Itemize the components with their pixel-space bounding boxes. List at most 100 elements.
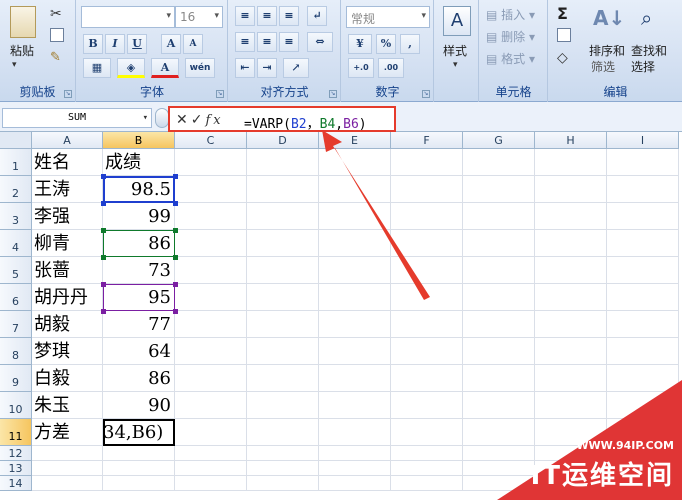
cell-F6[interactable]	[391, 284, 463, 311]
cell-D11[interactable]	[247, 419, 319, 446]
column-header-F[interactable]: F	[391, 132, 463, 149]
merge-center-icon[interactable]: ⇔	[307, 32, 333, 52]
cell-I6[interactable]	[607, 284, 679, 311]
column-header-G[interactable]: G	[463, 132, 535, 149]
cut-icon[interactable]: ✂	[50, 6, 62, 22]
font-launcher-icon[interactable]: ↘	[216, 90, 224, 98]
cell-B12[interactable]	[103, 446, 175, 461]
font-size-box[interactable]: 16 ▾	[175, 6, 223, 28]
cell-A3[interactable]: 李强	[32, 203, 103, 230]
cell-C11[interactable]	[175, 419, 247, 446]
chevron-down-icon[interactable]: ▾	[143, 109, 148, 127]
cell-E8[interactable]	[319, 338, 391, 365]
cell-D12[interactable]	[247, 446, 319, 461]
formula-bar-splitter[interactable]	[155, 108, 169, 128]
paste-button[interactable]: 粘贴	[10, 42, 34, 59]
row-header-8[interactable]: 8	[0, 338, 32, 365]
cell-H5[interactable]	[535, 257, 607, 284]
cell-E12[interactable]	[319, 446, 391, 461]
ref-box-b6-handle[interactable]	[173, 282, 178, 287]
cell-C10[interactable]	[175, 392, 247, 419]
cell-D8[interactable]	[247, 338, 319, 365]
styles-button[interactable]: 样式	[443, 42, 467, 59]
cell-A7[interactable]: 胡毅	[32, 311, 103, 338]
cell-B1[interactable]: 成绩	[103, 149, 175, 176]
ref-box-b6-handle[interactable]	[101, 282, 106, 287]
cell-H7[interactable]	[535, 311, 607, 338]
sort-label-1[interactable]: 排序和	[589, 42, 625, 59]
copy-icon[interactable]	[50, 28, 64, 42]
formula-input-area[interactable]: ✕✓fx =VARP(B2，B4,B6)	[168, 106, 396, 132]
cell-H3[interactable]	[535, 203, 607, 230]
cell-I1[interactable]	[607, 149, 679, 176]
binoculars-icon[interactable]: ⌕	[641, 6, 652, 30]
cell-D10[interactable]	[247, 392, 319, 419]
column-header-B[interactable]: B	[103, 132, 175, 149]
row-header-6[interactable]: 6	[0, 284, 32, 311]
cell-H6[interactable]	[535, 284, 607, 311]
cell-A4[interactable]: 柳青	[32, 230, 103, 257]
cell-E6[interactable]	[319, 284, 391, 311]
cell-D13[interactable]	[247, 461, 319, 476]
increase-indent-icon[interactable]: ⇥	[257, 58, 277, 78]
row-header-5[interactable]: 5	[0, 257, 32, 284]
cell-C1[interactable]	[175, 149, 247, 176]
align-bottom-icon[interactable]: ≡	[279, 6, 299, 26]
row-header-3[interactable]: 3	[0, 203, 32, 230]
cell-E3[interactable]	[319, 203, 391, 230]
cell-G4[interactable]	[463, 230, 535, 257]
ref-box-b2-handle[interactable]	[173, 174, 178, 179]
cell-D9[interactable]	[247, 365, 319, 392]
cell-A12[interactable]	[32, 446, 103, 461]
name-box[interactable]: SUM ▾	[2, 108, 152, 128]
cell-A11[interactable]: 方差	[32, 419, 103, 446]
row-header-9[interactable]: 9	[0, 365, 32, 392]
cell-E14[interactable]	[319, 476, 391, 491]
clear-icon[interactable]: ◇	[557, 50, 568, 66]
ref-box-b6-handle[interactable]	[173, 309, 178, 314]
row-header-4[interactable]: 4	[0, 230, 32, 257]
cell-B2[interactable]: 98.5	[103, 176, 175, 203]
cell-F5[interactable]	[391, 257, 463, 284]
cell-D5[interactable]	[247, 257, 319, 284]
cell-C12[interactable]	[175, 446, 247, 461]
row-header-1[interactable]: 1	[0, 149, 32, 176]
cell-E11[interactable]	[319, 419, 391, 446]
cell-C7[interactable]	[175, 311, 247, 338]
cell-D7[interactable]	[247, 311, 319, 338]
cell-G6[interactable]	[463, 284, 535, 311]
fill-icon[interactable]	[557, 28, 571, 42]
select-all-corner[interactable]	[0, 132, 32, 149]
wrap-text-icon[interactable]: ↵	[307, 6, 327, 26]
cell-E2[interactable]	[319, 176, 391, 203]
ref-box-b4-handle[interactable]	[173, 255, 178, 260]
cell-A9[interactable]: 白毅	[32, 365, 103, 392]
orientation-icon[interactable]: ↗	[283, 58, 309, 78]
cell-E5[interactable]	[319, 257, 391, 284]
grow-font-button[interactable]: A	[161, 34, 181, 54]
row-header-14[interactable]: 14	[0, 476, 32, 491]
ref-box-b4-handle[interactable]	[101, 228, 106, 233]
row-header-11[interactable]: 11	[0, 419, 32, 446]
ref-box-b2-handle[interactable]	[101, 174, 106, 179]
cell-F1[interactable]	[391, 149, 463, 176]
phonetic-button[interactable]: wén	[185, 58, 215, 78]
paste-icon[interactable]	[10, 6, 36, 38]
decrease-decimal-button[interactable]: .00	[378, 58, 404, 78]
cell-I4[interactable]	[607, 230, 679, 257]
cell-F7[interactable]	[391, 311, 463, 338]
cell-B3[interactable]: 99	[103, 203, 175, 230]
cell-B4[interactable]: 86	[103, 230, 175, 257]
ref-box-b2-handle[interactable]	[173, 201, 178, 206]
cell-D14[interactable]	[247, 476, 319, 491]
insert-button[interactable]: ▤ 插入 ▾	[486, 6, 535, 23]
row-header-12[interactable]: 12	[0, 446, 32, 461]
cell-D6[interactable]	[247, 284, 319, 311]
column-header-I[interactable]: I	[607, 132, 679, 149]
cell-I7[interactable]	[607, 311, 679, 338]
cell-D3[interactable]	[247, 203, 319, 230]
cell-B13[interactable]	[103, 461, 175, 476]
format-button[interactable]: ▤ 格式 ▾	[486, 50, 535, 67]
find-label-1[interactable]: 查找和	[631, 42, 667, 59]
find-label-2[interactable]: 选择	[631, 58, 655, 75]
